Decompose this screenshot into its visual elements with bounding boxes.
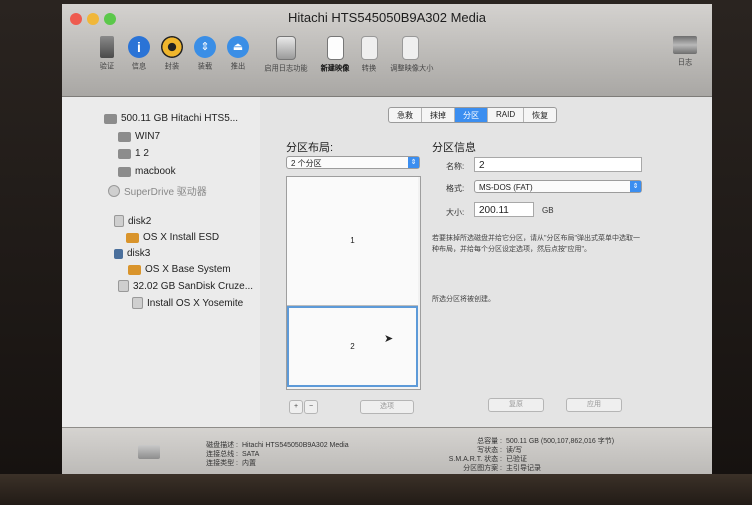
sidebar-item-sandisk[interactable]: 32.02 GB SanDisk Cruze... <box>118 280 253 292</box>
capacity-value: 500.11 GB (500,107,862,016 字节) <box>506 438 615 445</box>
volume-icon <box>118 166 131 177</box>
write-status-label: 写状态 : <box>477 447 502 454</box>
add-partition-button[interactable]: + <box>289 400 303 414</box>
toolbar-log-button[interactable]: 日志 <box>668 36 702 68</box>
smart-status-label: S.M.A.R.T. 状态 : <box>448 456 502 463</box>
tab-erase[interactable]: 抹掉 <box>422 108 455 122</box>
toolbar-resize-image-button[interactable]: 调整映像大小 <box>388 36 433 74</box>
revert-button[interactable]: 复原 <box>488 398 544 412</box>
toolbar-enable-journaling-button[interactable]: 启用日志功能 <box>260 36 312 74</box>
partition-size-field[interactable]: 200.11 <box>474 202 534 217</box>
volume-icon <box>128 264 141 275</box>
smart-status-value: 已验证 <box>506 456 527 463</box>
name-label: 名称: <box>446 162 465 171</box>
sidebar-item-install-os-x-yosemite[interactable]: Install OS X Yosemite <box>132 297 243 309</box>
mouse-pointer: ➤ <box>384 333 394 345</box>
remove-partition-button[interactable]: − <box>304 400 318 414</box>
toolbar-verify-button[interactable]: 验证 <box>90 36 124 72</box>
write-status-value: 读/写 <box>506 447 522 454</box>
toolbar-burn-button[interactable]: 封装 <box>155 36 189 72</box>
capacity-label: 总容量 : <box>477 438 502 445</box>
partition-info-heading: 分区信息 <box>432 142 476 154</box>
optical-drive-icon <box>108 184 120 197</box>
tab-first-aid[interactable]: 急救 <box>389 108 422 122</box>
microscope-icon <box>100 36 114 58</box>
options-button[interactable]: 选项 <box>360 400 414 414</box>
pending-partition-note: 所选分区将被创建。 <box>432 296 495 303</box>
toolbar-convert-button[interactable]: 转换 <box>352 36 386 74</box>
partition-layout-map: 1 2 <box>286 176 421 390</box>
toolbar-mount-button[interactable]: ⇕ 装载 <box>188 36 222 72</box>
new-image-icon <box>326 36 344 60</box>
toolbar-info-button[interactable]: i 信息 <box>122 36 156 72</box>
disk-info-footer: 磁盘描述 : Hitachi HTS545050B9A302 Media 连接总… <box>62 427 712 475</box>
partition-block-1[interactable]: 1 <box>287 177 418 306</box>
apply-button[interactable]: 应用 <box>566 398 622 412</box>
partition-layout-heading: 分区布局: <box>286 142 334 154</box>
window-titlebar: Hitachi HTS545050B9A302 Media 验证 i 信息 封装… <box>62 4 712 97</box>
partition-scheme-label: 分区图方案 : <box>463 465 502 472</box>
size-unit: GB <box>542 206 554 215</box>
info-icon: i <box>128 36 150 58</box>
mount-icon: ⇕ <box>194 36 216 58</box>
volume-icon <box>126 232 139 243</box>
disk-description-value: Hitachi HTS545050B9A302 Media <box>242 442 349 449</box>
sidebar-item-win7[interactable]: WIN7 <box>118 131 160 142</box>
toolbar-eject-button[interactable]: ⏏ 推出 <box>221 36 255 72</box>
toolbar-new-image-button[interactable]: 新建映像 <box>318 36 352 74</box>
tab-restore[interactable]: 恢复 <box>524 108 556 122</box>
sidebar-item-disk3[interactable]: disk3 <box>114 248 150 259</box>
connection-type-label: 连接类型 : <box>206 460 238 467</box>
sidebar-item-os-x-install-esd[interactable]: OS X Install ESD <box>126 232 219 243</box>
sidebar-item-macbook[interactable]: macbook <box>118 166 176 177</box>
disk-image-icon <box>114 215 124 227</box>
tab-raid[interactable]: RAID <box>488 108 525 122</box>
format-popup[interactable]: MS-DOS (FAT) ⇕ <box>474 180 642 193</box>
partition-scheme-value: 主引导记录 <box>506 465 541 472</box>
enable-journaling-icon <box>276 36 296 60</box>
partition-block-2[interactable]: 2 <box>287 306 418 387</box>
eject-icon: ⏏ <box>227 36 249 58</box>
hard-drive-icon <box>104 113 117 124</box>
connection-bus-label: 连接总线 : <box>206 451 238 458</box>
partition-layout-popup[interactable]: 2 个分区 ⇕ <box>286 156 420 169</box>
disk-image-icon <box>114 248 123 259</box>
tab-bar: 急救 抹掉 分区 RAID 恢复 <box>388 107 558 123</box>
connection-bus-value: SATA <box>242 451 260 458</box>
volume-icon <box>132 297 143 309</box>
sidebar-item-volume-1-2[interactable]: 1 2 <box>118 148 149 159</box>
partition-name-field[interactable]: 2 <box>474 157 642 172</box>
connection-type-value: 内置 <box>242 460 256 467</box>
tab-partition[interactable]: 分区 <box>455 108 488 122</box>
chevron-updown-icon: ⇕ <box>630 181 641 192</box>
window-title: Hitachi HTS545050B9A302 Media <box>287 10 486 25</box>
log-icon <box>673 36 697 54</box>
size-label: 大小: <box>446 208 465 217</box>
sidebar-item-superdrive[interactable]: SuperDrive 驱动器 <box>108 183 207 198</box>
chevron-updown-icon: ⇕ <box>408 157 419 168</box>
device-sidebar <box>62 97 261 427</box>
format-label: 格式: <box>446 184 465 193</box>
convert-icon <box>360 36 378 60</box>
burn-icon <box>161 36 183 58</box>
partition-instructions: 若要抹掉所选磁盘并给它分区，请从"分区布局"弹出式菜单中选取一种布局，并给每个分… <box>432 235 640 253</box>
resize-image-icon <box>401 36 419 60</box>
volume-icon <box>118 131 131 142</box>
sidebar-item-hitachi-disk[interactable]: 500.11 GB Hitachi HTS5... <box>104 113 238 124</box>
sidebar-item-disk2[interactable]: disk2 <box>114 215 151 227</box>
usb-drive-icon <box>118 280 129 292</box>
disk-description-label: 磁盘描述 : <box>206 442 238 449</box>
volume-icon <box>118 148 131 159</box>
desk-surface <box>0 474 752 505</box>
sidebar-item-os-x-base-system[interactable]: OS X Base System <box>128 264 231 275</box>
hard-drive-icon <box>138 445 160 459</box>
